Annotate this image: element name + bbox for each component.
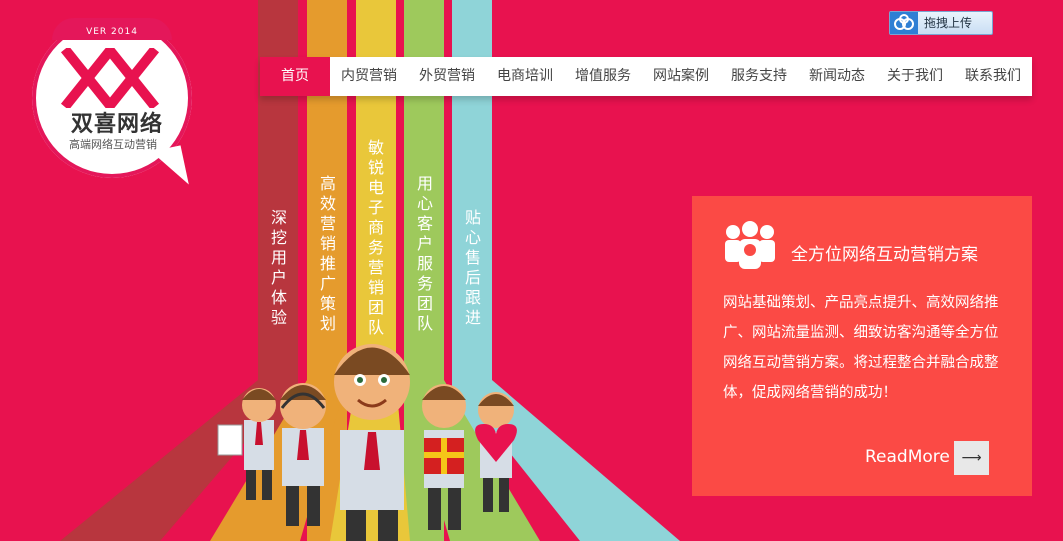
nav-item-domestic-marketing[interactable]: 内贸营销 bbox=[330, 57, 408, 96]
nav-item-foreign-marketing[interactable]: 外贸营销 bbox=[408, 57, 486, 96]
nav-item-about[interactable]: 关于我们 bbox=[876, 57, 954, 96]
stripe-caption-4: 用心客户服务团队 bbox=[416, 174, 433, 333]
nav-item-website-cases[interactable]: 网站案例 bbox=[642, 57, 720, 96]
drag-upload-button[interactable]: 拖拽上传 bbox=[889, 11, 993, 35]
info-body: 网站基础策划、产品亮点提升、高效网络推广、网站流量监测、细致访客沟通等全方位网络… bbox=[723, 295, 999, 401]
hero-banner: 深挖用户体验 高效营销推广策划 敏锐电子商务营销团队 用心客户服务团队 贴心售后… bbox=[0, 0, 1063, 541]
read-more-link[interactable]: ReadMore bbox=[865, 446, 950, 468]
logo-mark-icon bbox=[60, 48, 160, 108]
logo-name: 双喜网络 bbox=[70, 112, 163, 137]
main-nav: 首页 内贸营销 外贸营销 电商培训 增值服务 网站案例 服务支持 新闻动态 关于… bbox=[260, 57, 1032, 96]
logo-bubble-tail bbox=[151, 145, 189, 191]
logo-tagline: 高端网络互动营销 bbox=[69, 138, 157, 151]
stripe-caption-3: 敏锐电子商务营销团队 bbox=[367, 138, 384, 337]
nav-item-news[interactable]: 新闻动态 bbox=[798, 57, 876, 96]
nav-item-value-added-services[interactable]: 增值服务 bbox=[564, 57, 642, 96]
stripe-caption-5: 贴心售后跟进 bbox=[464, 208, 481, 327]
nav-item-contact[interactable]: 联系我们 bbox=[954, 57, 1032, 96]
upload-label: 拖拽上传 bbox=[924, 16, 973, 30]
team-icon bbox=[725, 221, 775, 269]
info-title: 全方位网络互动营销方案 bbox=[791, 245, 978, 265]
stripe-caption-2: 高效营销推广策划 bbox=[319, 174, 336, 333]
nav-home[interactable]: 首页 bbox=[260, 57, 330, 96]
team-illustration bbox=[217, 344, 517, 541]
info-panel: 全方位网络互动营销方案 网站基础策划、产品亮点提升、高效网络推广、网站流量监测、… bbox=[692, 196, 1032, 496]
logo-version: VER 2014 bbox=[52, 18, 172, 40]
nav-item-ecommerce-training[interactable]: 电商培训 bbox=[486, 57, 564, 96]
stripe-caption-1: 深挖用户体验 bbox=[270, 208, 287, 327]
read-more-arrow-button[interactable]: ⟶ bbox=[954, 441, 989, 475]
nav-item-support[interactable]: 服务支持 bbox=[720, 57, 798, 96]
cloud-icon bbox=[890, 12, 918, 34]
